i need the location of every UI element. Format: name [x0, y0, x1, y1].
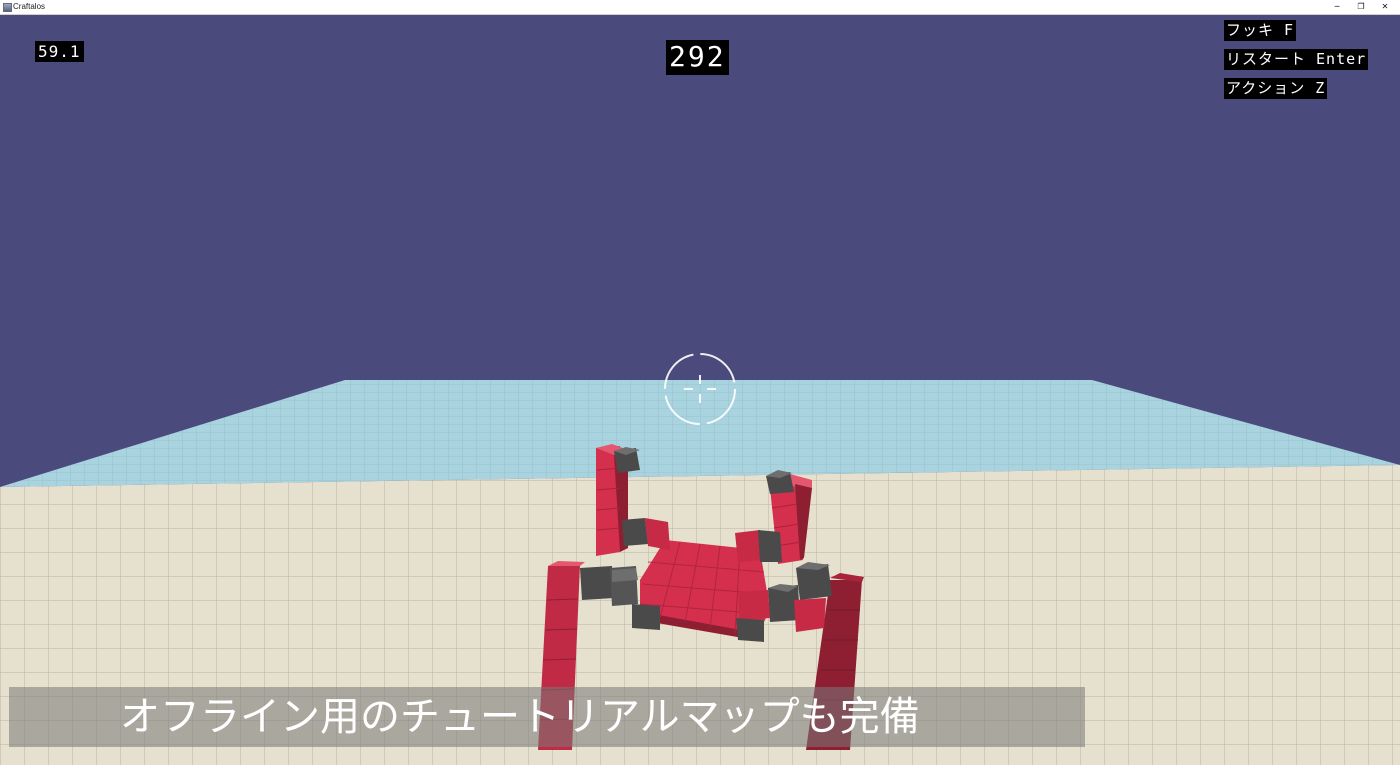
- control-action-label: リスタート: [1226, 50, 1307, 68]
- control-key-label: Enter: [1316, 50, 1367, 68]
- control-hint-hook: フッキ F: [1224, 20, 1297, 41]
- control-action-label: アクション: [1226, 79, 1306, 97]
- window-titlebar: Craftalos ─ ❐ ✕: [0, 0, 1400, 15]
- control-hint-restart: リスタート Enter: [1224, 49, 1369, 70]
- game-viewport[interactable]: [0, 15, 1400, 765]
- app-icon: [3, 3, 12, 12]
- subtitle-bar: オフライン用のチュートリアルマップも完備: [9, 687, 1085, 747]
- scene-canvas: [0, 15, 1400, 765]
- control-hint-action: アクション Z: [1224, 78, 1328, 99]
- control-key-label: Z: [1315, 79, 1326, 97]
- window-title: Craftalos: [13, 2, 46, 11]
- subtitle-text: オフライン用のチュートリアルマップも完備: [120, 694, 920, 740]
- control-action-label: フッキ: [1226, 21, 1275, 39]
- fps-counter: 59.1: [35, 41, 84, 62]
- close-button[interactable]: ✕: [1372, 0, 1398, 14]
- score-counter: 292: [666, 40, 729, 75]
- control-key-label: F: [1284, 21, 1295, 39]
- maximize-button[interactable]: ❐: [1348, 0, 1374, 14]
- minimize-button[interactable]: ─: [1324, 0, 1350, 14]
